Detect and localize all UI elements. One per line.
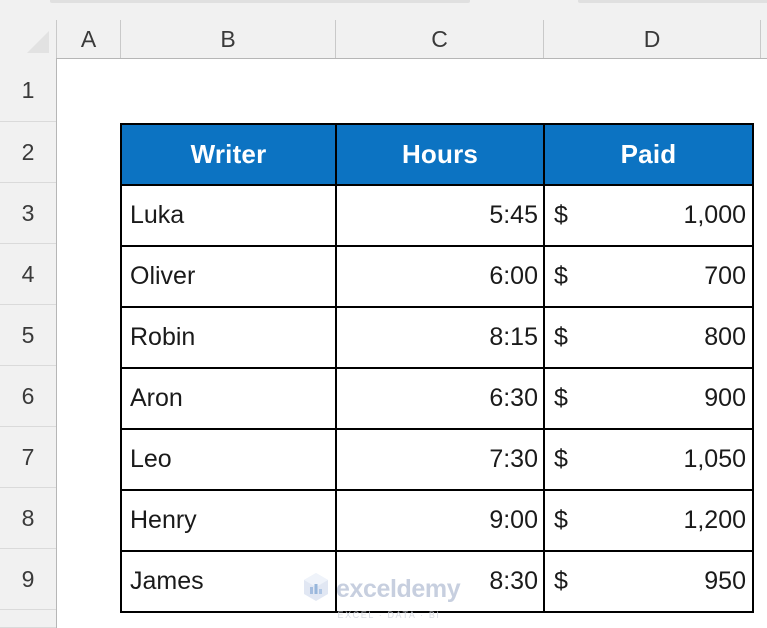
currency-symbol: $ <box>554 506 568 534</box>
paid-amount: 1,200 <box>683 506 746 534</box>
cell-writer[interactable]: Aron <box>120 367 337 430</box>
currency-symbol: $ <box>554 323 568 351</box>
column-header-writer: Writer <box>120 123 337 186</box>
row-header-4[interactable]: 4 <box>0 244 56 305</box>
column-header-paid: Paid <box>543 123 754 186</box>
cell-writer[interactable]: Luka <box>120 184 337 247</box>
cell-paid[interactable]: $ 700 <box>543 245 754 308</box>
currency-symbol: $ <box>554 262 568 290</box>
select-all-button[interactable] <box>0 20 57 58</box>
cell-paid[interactable]: $ 1,200 <box>543 489 754 552</box>
table-row[interactable]: Leo 7:30 $ 1,050 <box>120 428 754 491</box>
row-header-6[interactable]: 6 <box>0 366 56 427</box>
column-header-c[interactable]: C <box>336 20 544 58</box>
table-row[interactable]: James 8:30 $ 950 <box>120 550 754 613</box>
grid-canvas[interactable]: Writer Hours Paid Luka 5:45 $ 1,000 Oliv… <box>58 59 767 628</box>
currency-symbol: $ <box>554 445 568 473</box>
column-header-b[interactable]: B <box>121 20 336 58</box>
ribbon-strip <box>0 0 767 20</box>
cell-paid[interactable]: $ 800 <box>543 306 754 369</box>
paid-amount: 800 <box>704 323 746 351</box>
table-body: Luka 5:45 $ 1,000 Oliver 6:00 $ 700 Robi… <box>120 184 754 613</box>
row-header-2[interactable]: 2 <box>0 122 56 183</box>
currency-symbol: $ <box>554 201 568 229</box>
paid-amount: 1,000 <box>683 201 746 229</box>
row-header-9[interactable]: 9 <box>0 549 56 610</box>
row-header-8[interactable]: 8 <box>0 488 56 549</box>
row-header-5[interactable]: 5 <box>0 305 56 366</box>
cell-paid[interactable]: $ 950 <box>543 550 754 613</box>
cell-writer[interactable]: Robin <box>120 306 337 369</box>
cell-hours[interactable]: 6:00 <box>335 245 545 308</box>
table-row[interactable]: Aron 6:30 $ 900 <box>120 367 754 430</box>
ribbon-group-fragment <box>578 0 767 3</box>
currency-symbol: $ <box>554 567 568 595</box>
column-header-d[interactable]: D <box>544 20 761 58</box>
cell-writer[interactable]: Leo <box>120 428 337 491</box>
table-row[interactable]: Oliver 6:00 $ 700 <box>120 245 754 308</box>
select-all-triangle-icon <box>27 31 49 53</box>
cell-writer[interactable]: Oliver <box>120 245 337 308</box>
cell-hours[interactable]: 8:15 <box>335 306 545 369</box>
table-header-row: Writer Hours Paid <box>120 123 754 186</box>
row-header-1[interactable]: 1 <box>0 58 56 122</box>
cell-hours[interactable]: 5:45 <box>335 184 545 247</box>
row-header-3[interactable]: 3 <box>0 183 56 244</box>
paid-amount: 900 <box>704 384 746 412</box>
paid-amount: 700 <box>704 262 746 290</box>
cell-hours[interactable]: 8:30 <box>335 550 545 613</box>
cell-paid[interactable]: $ 900 <box>543 367 754 430</box>
table-row[interactable]: Henry 9:00 $ 1,200 <box>120 489 754 552</box>
column-header-hours: Hours <box>335 123 545 186</box>
ribbon-group-fragment <box>50 0 470 3</box>
column-header-a[interactable]: A <box>57 20 121 58</box>
cell-paid[interactable]: $ 1,000 <box>543 184 754 247</box>
paid-amount: 950 <box>704 567 746 595</box>
spreadsheet-app: A B C D 1 2 3 4 5 6 7 8 9 Writer Hours P… <box>0 0 767 628</box>
cell-hours[interactable]: 6:30 <box>335 367 545 430</box>
row-header-7[interactable]: 7 <box>0 427 56 488</box>
column-header-band: A B C D <box>0 20 767 59</box>
paid-amount: 1,050 <box>683 445 746 473</box>
table-row[interactable]: Robin 8:15 $ 800 <box>120 306 754 369</box>
currency-symbol: $ <box>554 384 568 412</box>
row-header-column: 1 2 3 4 5 6 7 8 9 <box>0 58 57 628</box>
cell-paid[interactable]: $ 1,050 <box>543 428 754 491</box>
cell-writer[interactable]: James <box>120 550 337 613</box>
cell-writer[interactable]: Henry <box>120 489 337 552</box>
writers-payment-table: Writer Hours Paid Luka 5:45 $ 1,000 Oliv… <box>120 123 754 613</box>
cell-hours[interactable]: 9:00 <box>335 489 545 552</box>
cell-hours[interactable]: 7:30 <box>335 428 545 491</box>
row-header-10-partial[interactable] <box>0 610 56 628</box>
table-row[interactable]: Luka 5:45 $ 1,000 <box>120 184 754 247</box>
